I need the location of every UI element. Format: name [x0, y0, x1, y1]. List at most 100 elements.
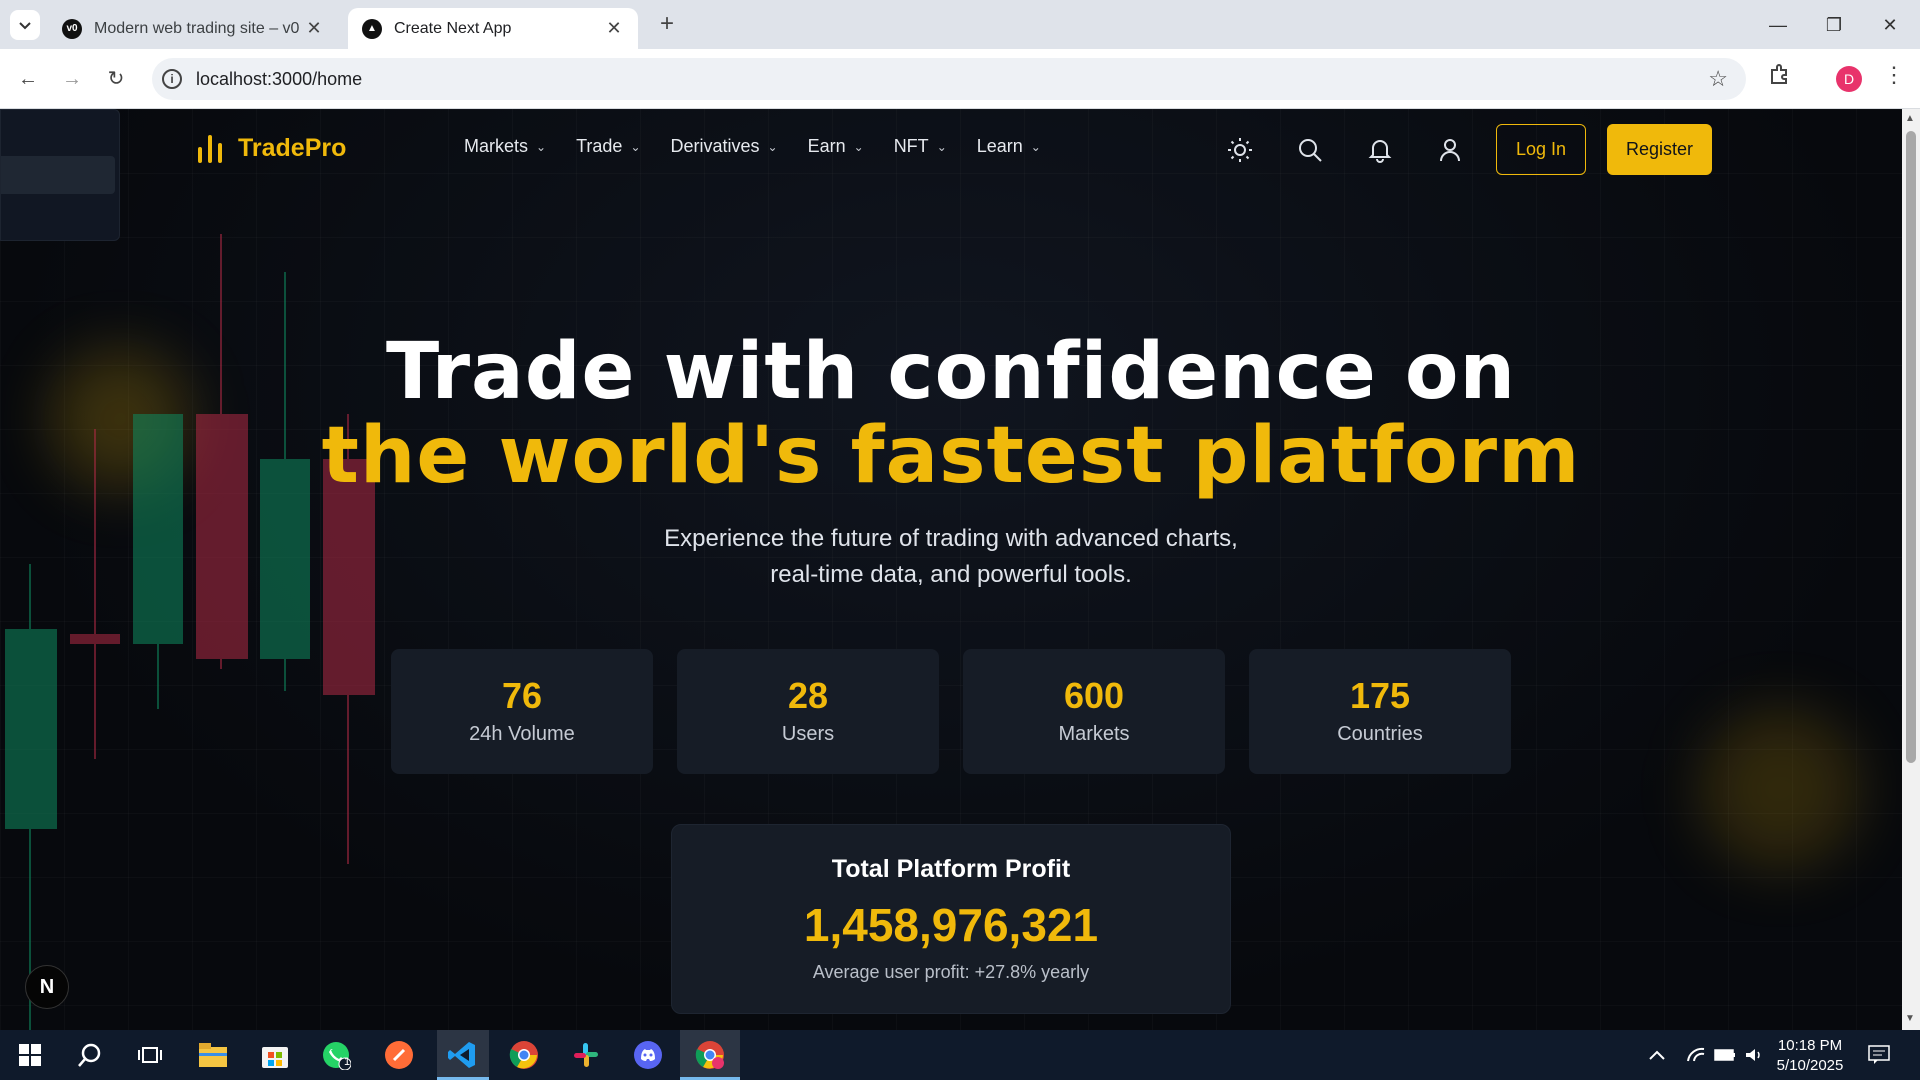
- nav-label: Learn: [976, 136, 1023, 156]
- hero-subtitle-line2: real-time data, and powerful tools.: [770, 561, 1132, 588]
- stat-card-volume: 76 24h Volume: [391, 649, 653, 774]
- tab-title: Modern web trading site – v0 b: [94, 19, 304, 37]
- extensions-icon[interactable]: [1764, 62, 1796, 94]
- close-window-button[interactable]: ✕: [1862, 8, 1918, 42]
- tab-title: Create Next App: [394, 19, 512, 37]
- nav-label: Derivatives: [670, 136, 760, 156]
- battery-icon[interactable]: [1714, 1030, 1736, 1080]
- slack-icon[interactable]: [568, 1038, 604, 1072]
- register-button[interactable]: Register: [1607, 124, 1712, 175]
- reload-icon[interactable]: ↻: [100, 63, 132, 95]
- clock-time: 10:18 PM: [1777, 1037, 1843, 1054]
- logo[interactable]: TradePro: [196, 133, 346, 163]
- hero-subtitle-line1: Experience the future of trading with ad…: [664, 525, 1238, 552]
- search-icon[interactable]: [1297, 137, 1323, 163]
- profit-title: Total Platform Profit: [831, 855, 1071, 883]
- whatsapp-badge: 1: [344, 1056, 351, 1068]
- scrollbar-thumb[interactable]: [1906, 131, 1916, 763]
- chevron-down-icon: ⌄: [630, 139, 641, 154]
- nav-learn[interactable]: Learn ⌄: [977, 136, 1041, 157]
- stat-value: 28: [787, 675, 829, 716]
- chevron-down-icon: ⌄: [1030, 139, 1041, 154]
- file-explorer-icon[interactable]: [195, 1038, 231, 1072]
- stat-label: Markets: [1058, 723, 1130, 745]
- login-button[interactable]: Log In: [1496, 124, 1586, 175]
- nextjs-dev-badge[interactable]: N: [25, 965, 69, 1009]
- chevron-down-icon: ⌄: [536, 139, 547, 154]
- user-icon[interactable]: [1437, 137, 1463, 163]
- scroll-down-icon[interactable]: ▼: [1905, 1013, 1915, 1024]
- show-hidden-icons[interactable]: [1648, 1030, 1666, 1080]
- nav-nft[interactable]: NFT ⌄: [894, 136, 947, 157]
- hero-title-line2: the world's fastest platform: [321, 411, 1581, 501]
- page-viewport: TradePro Markets ⌄ Trade ⌄ Derivatives ⌄ Ea…: [0, 109, 1902, 1030]
- nav-label: NFT: [893, 136, 929, 156]
- whatsapp-icon[interactable]: 1: [318, 1038, 354, 1072]
- stat-value: 76: [501, 675, 543, 716]
- discord-icon[interactable]: [630, 1038, 666, 1072]
- url-text: localhost:3000/home: [196, 69, 363, 89]
- hero-title-line1: Trade with confidence on: [385, 327, 1517, 417]
- chevron-down-icon: ⌄: [936, 139, 947, 154]
- clock-date: 5/10/2025: [1776, 1057, 1844, 1074]
- close-icon[interactable]: ✕: [604, 18, 624, 39]
- nav-label: Trade: [576, 136, 623, 156]
- sun-icon[interactable]: [1227, 137, 1253, 163]
- bookmark-star-icon[interactable]: ☆: [1708, 66, 1728, 92]
- wifi-icon[interactable]: [1686, 1030, 1706, 1080]
- nav-derivatives[interactable]: Derivatives ⌄: [671, 136, 778, 157]
- task-view-icon[interactable]: [132, 1038, 168, 1072]
- profit-value: 1,458,976,321: [803, 899, 1099, 951]
- nextjs-icon: ▲: [362, 18, 382, 39]
- main-nav: Markets ⌄ Trade ⌄ Derivatives ⌄ Earn ⌄ NFT ⌄ …: [464, 136, 1071, 157]
- search-icon[interactable]: [72, 1038, 108, 1072]
- tab-search-button[interactable]: [10, 10, 40, 40]
- scroll-up-icon[interactable]: ▲: [1905, 113, 1915, 124]
- stat-card-countries: 175 Countries: [1249, 649, 1511, 774]
- notifications-icon[interactable]: [1868, 1030, 1890, 1080]
- close-icon[interactable]: ✕: [304, 18, 324, 39]
- tab-v0[interactable]: v0 Modern web trading site – v0 b ✕: [48, 8, 338, 49]
- windows-start-icon[interactable]: [12, 1038, 48, 1072]
- page-scrollbar[interactable]: ▲ ▼: [1902, 109, 1920, 1030]
- nav-earn[interactable]: Earn ⌄: [808, 136, 864, 157]
- minimize-button[interactable]: —: [1750, 8, 1806, 42]
- restore-button[interactable]: ❐: [1806, 8, 1862, 42]
- vscode-icon[interactable]: [444, 1038, 480, 1072]
- taskbar-clock[interactable]: 10:18 PM 5/10/2025: [1770, 1036, 1850, 1076]
- logo-text: TradePro: [238, 133, 347, 162]
- glow-right: [1700, 709, 1860, 869]
- chevron-down-icon: ⌄: [853, 139, 864, 154]
- stat-card-users: 28 Users: [677, 649, 939, 774]
- chrome-profile-icon[interactable]: [692, 1038, 728, 1072]
- stat-value: 175: [1349, 675, 1411, 716]
- forward-icon[interactable]: →: [56, 63, 88, 95]
- address-bar: ← → ↻ i localhost:3000/home ☆: [0, 49, 1920, 109]
- stat-label: Users: [781, 723, 835, 745]
- microsoft-store-icon[interactable]: [257, 1038, 293, 1072]
- volume-icon[interactable]: [1744, 1030, 1764, 1080]
- postman-icon[interactable]: [381, 1038, 417, 1072]
- bell-icon[interactable]: [1367, 137, 1393, 163]
- profit-note: Average user profit: +27.8% yearly: [812, 962, 1090, 982]
- stat-label: 24h Volume: [469, 723, 575, 745]
- nav-markets[interactable]: Markets ⌄: [464, 136, 546, 157]
- profile-avatar[interactable]: D: [1836, 66, 1862, 92]
- tab-create-next-app[interactable]: ▲ Create Next App ✕: [348, 8, 638, 49]
- nav-trade[interactable]: Trade ⌄: [576, 136, 640, 157]
- browser-menu-icon[interactable]: ⋮: [1882, 62, 1906, 94]
- bar-chart-icon: [198, 135, 222, 163]
- site-header: TradePro Markets ⌄ Trade ⌄ Derivatives ⌄ Ea…: [0, 109, 1902, 189]
- nav-label: Markets: [464, 136, 529, 156]
- new-tab-button[interactable]: +: [652, 10, 682, 40]
- chrome-icon[interactable]: [506, 1038, 542, 1072]
- stat-card-markets: 600 Markets: [963, 649, 1225, 774]
- profit-card: Total Platform Profit 1,458,976,321 Aver…: [671, 824, 1231, 1014]
- v0-icon: v0: [62, 18, 82, 39]
- url-field[interactable]: i localhost:3000/home ☆: [152, 58, 1746, 100]
- stat-label: Countries: [1337, 723, 1423, 745]
- stat-value: 600: [1063, 675, 1125, 716]
- hero-subtitle: Experience the future of trading with ad…: [0, 521, 1902, 593]
- site-info-icon[interactable]: i: [162, 69, 182, 89]
- back-icon[interactable]: ←: [12, 63, 44, 95]
